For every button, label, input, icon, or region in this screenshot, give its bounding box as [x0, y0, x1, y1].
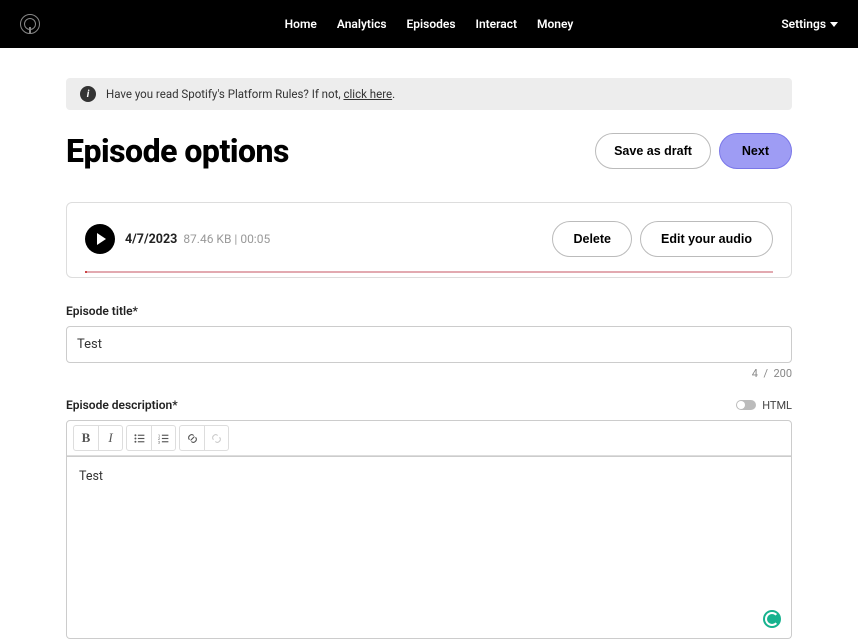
platform-rules-notice: i Have you read Spotify's Platform Rules…: [66, 78, 792, 110]
settings-menu[interactable]: Settings: [781, 17, 838, 31]
info-icon: i: [80, 86, 96, 102]
unlink-button[interactable]: [204, 426, 228, 450]
nav-episodes[interactable]: Episodes: [407, 17, 456, 31]
link-icon: [186, 432, 199, 445]
description-header: Episode description* HTML: [66, 398, 792, 412]
nav-home[interactable]: Home: [285, 17, 317, 31]
description-editor: B I 123: [66, 420, 792, 457]
description-textarea[interactable]: Test: [66, 457, 792, 639]
main-nav: Home Analytics Episodes Interact Money: [285, 17, 574, 31]
audio-date: 4/7/2023: [125, 232, 177, 247]
audio-size-duration: 87.46 KB | 00:05: [183, 232, 270, 246]
podcast-icon: [20, 14, 40, 34]
numbered-list-button[interactable]: 123: [151, 426, 175, 450]
nav-analytics[interactable]: Analytics: [337, 17, 387, 31]
unlink-icon: [210, 432, 223, 445]
nav-interact[interactable]: Interact: [475, 17, 517, 31]
notice-suffix: .: [392, 87, 395, 101]
title-char-count: 4 / 200: [66, 367, 792, 380]
italic-button[interactable]: I: [98, 426, 122, 450]
chevron-down-icon: [830, 22, 838, 27]
bullet-list-icon: [133, 432, 146, 445]
edit-audio-button[interactable]: Edit your audio: [640, 221, 773, 257]
html-toggle[interactable]: [736, 400, 756, 410]
episode-title-input[interactable]: [66, 326, 792, 363]
bold-button[interactable]: B: [74, 426, 98, 450]
html-toggle-label: HTML: [762, 399, 792, 412]
next-button[interactable]: Next: [719, 133, 792, 169]
play-icon: [97, 233, 106, 245]
bullet-list-button[interactable]: [127, 426, 151, 450]
title-count-sep: /: [763, 367, 768, 380]
save-draft-button[interactable]: Save as draft: [595, 133, 711, 169]
html-toggle-group: HTML: [736, 399, 792, 412]
audio-progress-bar[interactable]: [85, 271, 773, 273]
page-title: Episode options: [66, 132, 289, 170]
play-button[interactable]: [85, 224, 115, 254]
title-count-current: 4: [752, 367, 758, 380]
notice-link[interactable]: click here: [343, 87, 392, 101]
audio-card: 4/7/2023 87.46 KB | 00:05 Delete Edit yo…: [66, 202, 792, 278]
audio-meta: 4/7/2023 87.46 KB | 00:05: [125, 232, 270, 247]
svg-text:3: 3: [158, 439, 161, 444]
title-bar: Episode options Save as draft Next: [66, 132, 792, 170]
settings-label: Settings: [781, 17, 826, 31]
main-content: i Have you read Spotify's Platform Rules…: [66, 48, 792, 639]
nav-money[interactable]: Money: [537, 17, 573, 31]
link-button[interactable]: [180, 426, 204, 450]
audio-actions: Delete Edit your audio: [552, 221, 773, 257]
app-header: Home Analytics Episodes Interact Money S…: [0, 0, 858, 48]
numbered-list-icon: 123: [157, 432, 170, 445]
description-text: Test: [79, 469, 103, 484]
title-actions: Save as draft Next: [595, 133, 792, 169]
notice-text: Have you read Spotify's Platform Rules? …: [106, 87, 395, 101]
title-count-max: 200: [773, 367, 792, 380]
editor-toolbar: B I 123: [67, 421, 791, 456]
audio-row: 4/7/2023 87.46 KB | 00:05 Delete Edit yo…: [85, 221, 773, 257]
episode-title-label: Episode title*: [66, 304, 792, 318]
delete-button[interactable]: Delete: [552, 221, 632, 257]
notice-prefix: Have you read Spotify's Platform Rules? …: [106, 87, 343, 101]
grammarly-icon[interactable]: [763, 610, 781, 628]
episode-description-label: Episode description*: [66, 398, 178, 412]
